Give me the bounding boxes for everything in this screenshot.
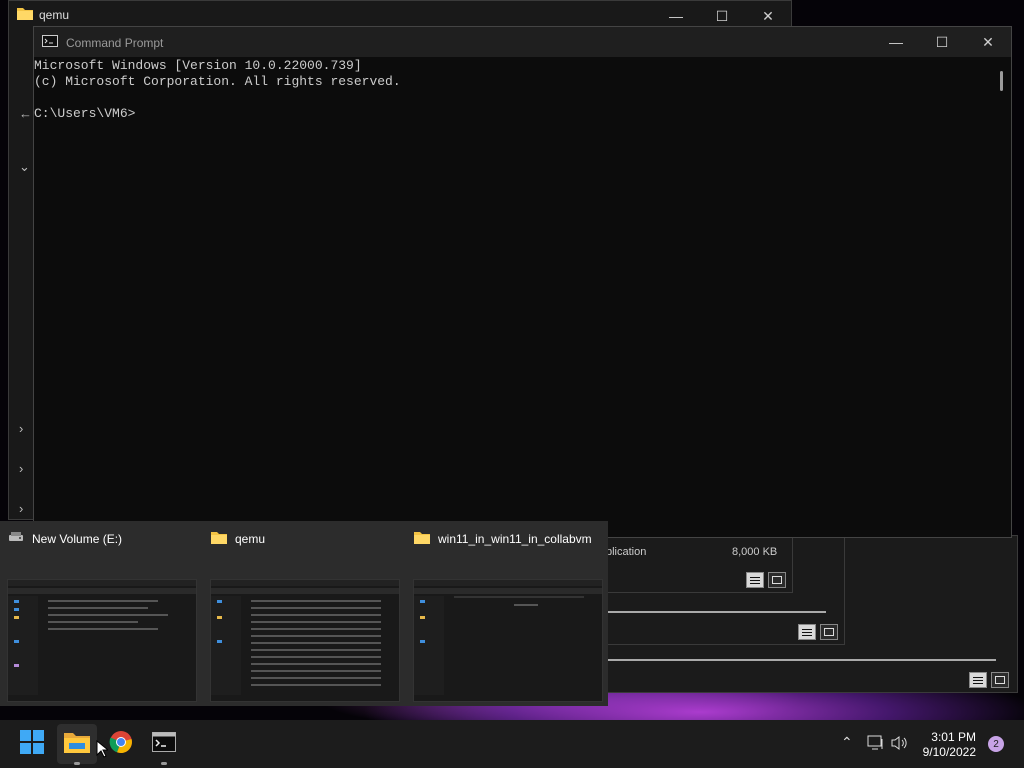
file-size-text: 8,000 KB (732, 546, 778, 558)
volume-icon[interactable] (891, 735, 909, 754)
caption-buttons: — ☐ ✕ (873, 27, 1011, 57)
console-line: (c) Microsoft Corporation. All rights re… (34, 74, 401, 89)
thumbnail-win11-collabvm[interactable]: win11_in_win11_in_collabvm (406, 521, 608, 706)
windows-logo-icon (20, 729, 44, 759)
console-output[interactable]: Microsoft Windows [Version 10.0.22000.73… (34, 58, 401, 122)
minimize-button[interactable]: — (873, 27, 919, 57)
thumbnail-title: New Volume (E:) (32, 531, 123, 546)
view-toggle[interactable] (746, 572, 786, 588)
thumbnail-preview (210, 579, 400, 702)
chevron-right-icon[interactable]: › (19, 461, 23, 476)
window-title-text: Command Prompt (66, 35, 164, 50)
thumbnail-qemu[interactable]: qemu (203, 521, 405, 706)
thumbnail-header: New Volume (E:) (8, 531, 122, 546)
network-icon[interactable] (867, 735, 885, 754)
cmd-icon (42, 35, 58, 50)
console-prompt[interactable]: C:\Users\VM6> (34, 106, 401, 122)
thumbnail-preview (7, 579, 197, 702)
cmd-icon (152, 731, 176, 757)
notification-badge[interactable]: 2 (988, 736, 1004, 752)
scrollbar[interactable] (1000, 71, 1003, 91)
running-indicator (74, 762, 80, 765)
chrome-button[interactable] (105, 728, 137, 760)
file-type-text: plication (606, 546, 647, 558)
taskbar-thumbnail-flyout: New Volume (E:) qemu win11_in_win11_in_c… (0, 521, 608, 706)
view-toggle[interactable] (969, 672, 1009, 688)
close-button[interactable]: ✕ (965, 27, 1011, 57)
divider (601, 611, 826, 613)
folder-icon (64, 731, 90, 758)
large-icons-view-icon[interactable] (768, 572, 786, 588)
thumbnail-preview (413, 579, 603, 702)
command-prompt-window[interactable]: Command Prompt — ☐ ✕ Microsoft Windows [… (33, 26, 1012, 538)
maximize-button[interactable]: ☐ (919, 27, 965, 57)
back-arrow-icon[interactable]: ← (19, 106, 32, 121)
thumbnail-new-volume[interactable]: New Volume (E:) (0, 521, 202, 706)
drive-icon (8, 531, 24, 546)
clock-date: 9/10/2022 (922, 745, 976, 759)
window-title: Command Prompt (42, 35, 163, 50)
details-view-icon[interactable] (746, 572, 764, 588)
command-prompt-button[interactable] (148, 728, 180, 760)
start-button[interactable] (16, 728, 48, 760)
large-icons-view-icon[interactable] (991, 672, 1009, 688)
large-icons-view-icon[interactable] (820, 624, 838, 640)
chrome-icon (109, 730, 133, 759)
window-title: qemu (17, 7, 69, 23)
taskbar: ⌃ 3:01 PM 9/10/2022 2 (0, 720, 1024, 768)
chevron-up-icon[interactable]: ⌃ (841, 734, 853, 751)
thumbnail-header: qemu (211, 531, 265, 547)
chevron-right-icon[interactable]: › (19, 421, 23, 436)
divider (601, 659, 996, 661)
folder-icon (211, 531, 227, 547)
chevron-right-icon[interactable]: › (19, 501, 23, 516)
thumbnail-header: win11_in_win11_in_collabvm (414, 531, 592, 547)
folder-icon (414, 531, 430, 547)
console-line: Microsoft Windows [Version 10.0.22000.73… (34, 58, 362, 73)
system-clock[interactable]: 3:01 PM 9/10/2022 (923, 730, 976, 760)
clock-time: 3:01 PM (931, 730, 976, 744)
file-explorer-button[interactable] (61, 728, 93, 760)
window-title-text: qemu (39, 8, 70, 22)
view-toggle[interactable] (798, 624, 838, 640)
thumbnail-title: qemu (235, 532, 266, 546)
chevron-down-icon[interactable]: ⌄ (19, 159, 30, 175)
folder-icon (17, 7, 33, 23)
title-bar[interactable]: Command Prompt — ☐ ✕ (34, 27, 1011, 57)
thumbnail-title: win11_in_win11_in_collabvm (438, 532, 592, 546)
background-window-1[interactable]: plication 8,000 KB (590, 535, 793, 593)
details-view-icon[interactable] (969, 672, 987, 688)
mouse-cursor-icon (96, 739, 110, 763)
details-view-icon[interactable] (798, 624, 816, 640)
running-indicator (161, 762, 167, 765)
